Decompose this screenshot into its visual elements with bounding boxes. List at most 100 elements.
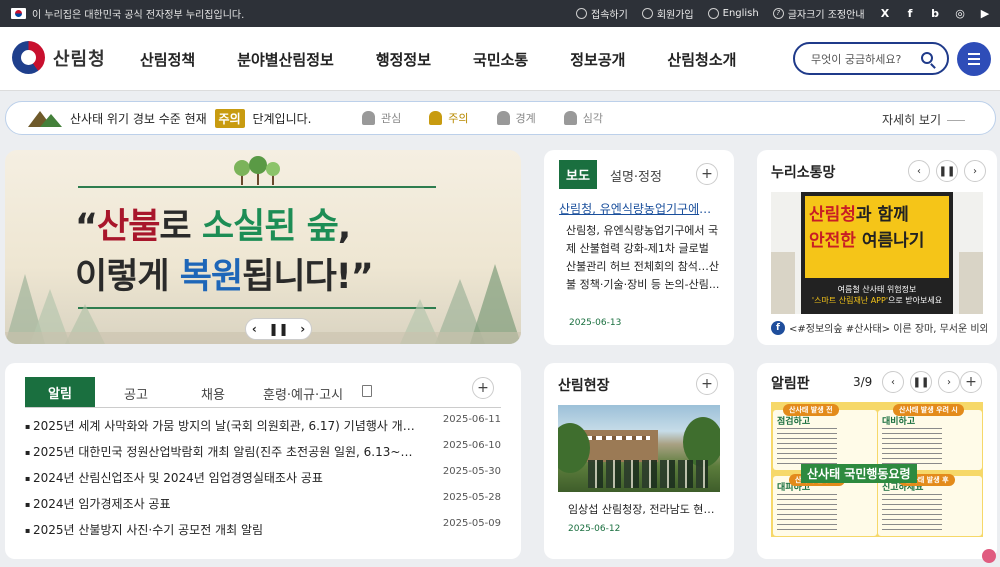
forest-field-card: 산림현장 + 임상섭 산림청장, 전라남도 현장 방문 2025-06-12	[544, 363, 734, 559]
notice-board-controls: ‹ ❚❚ ›	[882, 371, 960, 393]
level-caution: 주의	[429, 110, 469, 126]
hamburger-icon	[968, 53, 980, 55]
banner-prev-button[interactable]: ‹	[252, 322, 257, 336]
site-header: 산림청 산림정책 분야별산림정보 행정정보 국민소통 정보공개 산림청소개 무엇…	[0, 27, 1000, 91]
poster-side-right	[959, 252, 983, 314]
list-item[interactable]: 2024년 산림신업조사 및 2024년 임업경영실태조사 공표2025-05-…	[25, 466, 501, 495]
level-interest: 관심	[362, 110, 401, 126]
landslide-alert-bar: 산사태 위기 경보 수준 현재 주의 단계입니다. 관심 주의 경계 심각 자세…	[5, 101, 996, 135]
english-link[interactable]: English	[707, 8, 759, 19]
notice-board-card: 알림판 3/9 ‹ ❚❚ › + 점검하고 대비하고 대피하고 신고하세요 산사…	[757, 363, 997, 559]
notice-list: 2025년 세계 사막화와 가뭄 방지의 날(국회 의원회관, 6.17) 기념…	[25, 414, 501, 547]
blog-icon[interactable]: b	[928, 6, 942, 20]
alert-text: 산사태 위기 경보 수준 현재 주의 단계입니다.	[70, 108, 311, 128]
search-icon[interactable]	[921, 52, 933, 64]
notice-divider	[25, 407, 501, 408]
notice-board-title: 알림판	[771, 376, 810, 392]
forest-field-caption[interactable]: 임상섭 산림청장, 전라남도 현장 방문	[568, 501, 718, 517]
bell-icon	[496, 111, 510, 125]
list-item[interactable]: 2025년 세계 사막화와 가뭄 방지의 날(국회 의원회관, 6.17) 기념…	[25, 414, 501, 443]
tab-announcement[interactable]: 공고	[124, 384, 148, 403]
notice-board-poster[interactable]: 점검하고 대비하고 대피하고 신고하세요 산사태 발생 전 산사태 발생 우려 …	[771, 402, 983, 537]
social-next-button[interactable]: ›	[964, 160, 986, 182]
main-banner[interactable]: “산불로 소실된 숲, 이렇게 복원됩니다!” ‹ ❚❚ ›	[5, 150, 521, 344]
banner-next-button[interactable]: ›	[300, 322, 305, 336]
alert-levels: 관심 주의 경계 심각	[362, 110, 631, 126]
nav-item-forest-policy[interactable]: 산림정책	[140, 49, 195, 70]
bell-icon	[362, 111, 375, 125]
tab-clarification[interactable]: 설명·정정	[610, 166, 662, 185]
list-item[interactable]: 2024년 임가경제조사 공표2025-05-28	[25, 492, 501, 521]
youtube-icon[interactable]: ▶	[978, 6, 992, 20]
social-pause-button[interactable]: ❚❚	[936, 160, 958, 182]
notice-card: 알림 공고 채용 훈령·예규·고시 + 2025년 세계 사막화와 가뭄 방지의…	[5, 363, 521, 559]
social-media-poster[interactable]: 산림청과 함께 안전한 여름나기 여름철 산사태 위험정보 '스마트 산림재난 A…	[771, 192, 983, 314]
level-severe: 심각	[563, 110, 603, 126]
social-media-caption[interactable]: f <#정보의숲 #산사태> 이른 장마, 무서운 비와	[771, 320, 987, 335]
social-media-controls: ‹ ❚❚ ›	[908, 160, 986, 182]
press-headline[interactable]: 산림청, 유엔식량농업기구에서 국제 산불협력 강화	[559, 200, 719, 217]
press-body[interactable]: 산림청, 유엔식량농업기구에서 국제 산불협력 강화-제1차 글로벌 산불관리 …	[566, 222, 721, 294]
poster-side-left	[771, 252, 795, 314]
tree-illustration-icon	[234, 156, 280, 185]
gov-topbar: 이 누리집은 대한민국 공식 전자정부 누리집입니다. 접속하기 회원가입 En…	[0, 0, 1000, 27]
level-alert: 경계	[496, 110, 536, 126]
banner-headline-1: “산불로 소실된 숲,	[75, 207, 351, 247]
all-menu-button[interactable]	[957, 42, 991, 76]
forest-field-photo[interactable]	[558, 405, 720, 492]
forest-field-date: 2025-06-12	[568, 524, 621, 534]
alert-more-link[interactable]: 자세히 보기	[882, 111, 965, 128]
banner-pause-button[interactable]: ❚❚	[268, 322, 288, 336]
search-placeholder: 무엇이 궁금하세요?	[811, 52, 902, 66]
gov-notice: 이 누리집은 대한민국 공식 전자정부 누리집입니다.	[32, 10, 245, 21]
notice-board-page: 3/9	[853, 375, 873, 389]
tab-regulations[interactable]: 훈령·예규·고시	[263, 384, 343, 403]
social-media-title: 누리소통망	[771, 165, 836, 181]
site-logo[interactable]: 산림청	[12, 41, 106, 74]
mountain-icon	[28, 109, 62, 127]
login-icon	[576, 8, 587, 19]
forest-service-emblem-icon	[12, 41, 45, 74]
banner-controls: ‹ ❚❚ ›	[245, 318, 312, 340]
list-item[interactable]: 2025년 대한민국 정원산업박람회 개최 알림(진주 초전공원 일원, 6.1…	[25, 440, 501, 469]
x-icon[interactable]: X	[878, 6, 892, 20]
user-icon	[641, 8, 653, 19]
tab-press[interactable]: 보도	[559, 160, 597, 189]
globe-icon	[707, 8, 719, 19]
list-item[interactable]: 2025년 산불방지 사진·수기 공모전 개최 알림2025-05-09	[25, 518, 501, 547]
tab-recruitment[interactable]: 채용	[201, 384, 225, 403]
forest-field-title: 산림현장	[558, 378, 610, 394]
banner-line-top	[78, 186, 436, 188]
facebook-icon[interactable]: f	[903, 6, 917, 20]
logo-text: 산림청	[53, 48, 106, 70]
nav-item-communication[interactable]: 국민소통	[473, 49, 528, 70]
login-link[interactable]: 접속하기	[576, 6, 628, 21]
notice-more-button[interactable]: +	[472, 377, 494, 399]
instagram-icon[interactable]: ◎	[953, 6, 967, 20]
main-nav: 산림정책 분야별산림정보 행정정보 국민소통 정보공개 산림청소개	[140, 27, 778, 91]
font-size-guide-link[interactable]: ? 글자크기 조정안내	[772, 6, 865, 21]
bell-icon	[563, 111, 577, 125]
copy-icon	[362, 385, 372, 397]
field-more-button[interactable]: +	[696, 373, 718, 395]
nav-item-admin-info[interactable]: 행정정보	[376, 49, 431, 70]
nav-item-field-info[interactable]: 분야별산림정보	[237, 49, 334, 70]
bell-icon	[429, 111, 443, 125]
chatbot-icon[interactable]	[982, 549, 996, 563]
nav-item-about[interactable]: 산림청소개	[667, 49, 736, 70]
press-date: 2025-06-13	[569, 318, 622, 328]
tab-notice[interactable]: 알림	[25, 377, 95, 407]
alert-current-level: 주의	[214, 108, 245, 128]
press-more-button[interactable]: +	[696, 163, 718, 185]
search-input[interactable]: 무엇이 궁금하세요?	[793, 42, 949, 75]
board-prev-button[interactable]: ‹	[882, 371, 904, 393]
korea-flag-icon	[11, 8, 26, 19]
board-pause-button[interactable]: ❚❚	[910, 371, 932, 393]
board-more-button[interactable]: +	[960, 371, 982, 393]
social-prev-button[interactable]: ‹	[908, 160, 930, 182]
nav-item-disclosure[interactable]: 정보공개	[570, 49, 625, 70]
press-release-card: 보도 설명·정정 + 산림청, 유엔식량농업기구에서 국제 산불협력 강화 산림…	[544, 150, 734, 345]
board-next-button[interactable]: ›	[938, 371, 960, 393]
signup-link[interactable]: 회원가입	[641, 6, 694, 21]
social-media-card: 누리소통망 ‹ ❚❚ › 산림청과 함께 안전한 여름나기 여름철 산사태 위험…	[757, 150, 997, 345]
